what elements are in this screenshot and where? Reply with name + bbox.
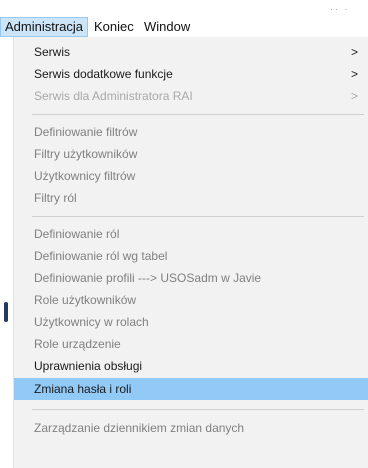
menu-item-label: Definiowanie profili ---> USOSadm w Javi… [34,271,262,285]
menu-item-label: Serwis dla Administratora RAI [34,89,193,103]
menu-item-filtry-rol[interactable]: Filtry ról [14,187,368,209]
menu-item-definiowanie-filtrow[interactable]: Definiowanie filtrów [14,121,368,143]
menu-item-label: Uprawnienia obsługi [34,359,143,373]
menu-item-label: Role urządzenie [34,337,121,351]
administracja-dropdown-menu: Serwis > Serwis dodatkowe funkcje > Serw… [14,37,368,468]
chevron-right-icon: > [350,89,358,103]
menu-item-uzytkownicy-filtrow[interactable]: Użytkownicy filtrów [14,165,368,187]
chevron-right-icon: > [350,67,358,81]
menu-item-serwis-dodatkowe-funkcje[interactable]: Serwis dodatkowe funkcje > [14,63,368,85]
menu-item-label: Serwis dodatkowe funkcje [34,67,173,81]
menu-item-filtry-uzytkownikow[interactable]: Filtry użytkowników [14,143,368,165]
menu-item-definiowanie-profili[interactable]: Definiowanie profili ---> USOSadm w Javi… [14,267,368,289]
menu-item-serwis[interactable]: Serwis > [14,41,368,63]
menu-item-label: Filtry ról [34,191,77,205]
window-edge-dots: ·· · [330,4,350,14]
menubar-item-window[interactable]: Window [140,17,194,37]
menu-item-definiowanie-rol[interactable]: Definiowanie ról [14,223,368,245]
menu-item-role-urzadzenie[interactable]: Role urządzenie [14,333,368,355]
menu-bar: ·· · Administracja Koniec Window [0,0,368,38]
application-window: ·· · Administracja Koniec Window Serwis … [0,0,368,468]
menu-item-label: Definiowanie ról wg tabel [34,249,168,263]
menu-item-label: Serwis [34,45,71,59]
menu-item-label: Użytkownicy w rolach [34,315,149,329]
window-edge-marker [4,302,8,322]
menu-item-uzytkownicy-w-rolach[interactable]: Użytkownicy w rolach [14,311,368,333]
menu-item-label: Role użytkowników [34,293,137,307]
menubar-item-administracja[interactable]: Administracja [0,17,89,37]
menu-item-label: Filtry użytkowników [34,147,138,161]
menu-item-definiowanie-rol-wg-tabel[interactable]: Definiowanie ról wg tabel [14,245,368,267]
menu-separator [32,216,364,217]
menu-separator [32,114,364,115]
menu-item-zmiana-hasla-i-roli[interactable]: Zmiana hasła i roli [14,378,368,400]
menu-item-zarzadzanie-dziennikiem[interactable]: Zarządzanie dziennikiem zmian danych [14,417,368,439]
chevron-right-icon: > [350,45,358,59]
menu-item-label: Definiowanie ról [34,227,120,241]
menu-item-label: Zarządzanie dziennikiem zmian danych [34,421,245,435]
menu-separator [32,409,364,410]
menu-item-label: Użytkownicy filtrów [34,169,136,183]
menu-item-role-uzytkownikow[interactable]: Role użytkowników [14,289,368,311]
menubar-item-koniec[interactable]: Koniec [90,17,138,37]
menu-item-serwis-dla-administratora: Serwis dla Administratora RAI > [14,85,368,107]
menu-item-label: Definiowanie filtrów [34,125,138,139]
menu-item-uprawnienia-obslugi[interactable]: Uprawnienia obsługi [14,355,368,377]
menu-item-label: Zmiana hasła i roli [34,382,132,396]
